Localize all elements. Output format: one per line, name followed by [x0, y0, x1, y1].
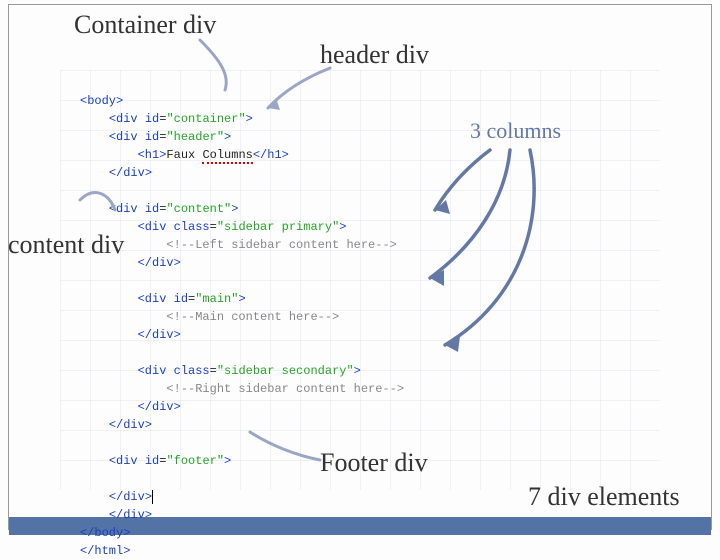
label-container-div: Container div — [74, 10, 216, 40]
code-line: </div> — [109, 418, 152, 432]
label-seven-divs: 7 div elements — [528, 482, 680, 512]
code-line: <div — [109, 454, 138, 468]
code-line: <body> — [80, 94, 123, 108]
code-line: </div> — [138, 328, 181, 342]
code-line: <div — [109, 202, 138, 216]
code-line: </div> — [138, 256, 181, 270]
text-cursor — [152, 490, 153, 504]
code-line: </div> — [109, 166, 152, 180]
code-line: </html> — [80, 544, 130, 558]
code-line: <div — [109, 112, 138, 126]
code-line: <div — [138, 220, 167, 234]
code-line: <div — [138, 292, 167, 306]
code-line: <h1> — [138, 148, 167, 162]
code-line: <div — [109, 130, 138, 144]
code-line: <!--Right sidebar content here--> — [166, 382, 404, 396]
code-line: <!--Left sidebar content here--> — [166, 238, 396, 252]
code-line: <div — [138, 364, 167, 378]
code-line: </body> — [80, 526, 130, 540]
code-line: </div> — [109, 490, 152, 504]
label-footer-div: Footer div — [320, 448, 428, 478]
code-sample: <body> <div id="container"> <div id="hea… — [80, 74, 404, 560]
code-line: </div> — [138, 400, 181, 414]
label-content-div: content div — [8, 230, 124, 260]
label-header-div: header div — [320, 40, 429, 70]
code-line: <!--Main content here--> — [166, 310, 339, 324]
code-line: </div> — [109, 508, 152, 522]
label-three-columns: 3 columns — [470, 118, 561, 144]
